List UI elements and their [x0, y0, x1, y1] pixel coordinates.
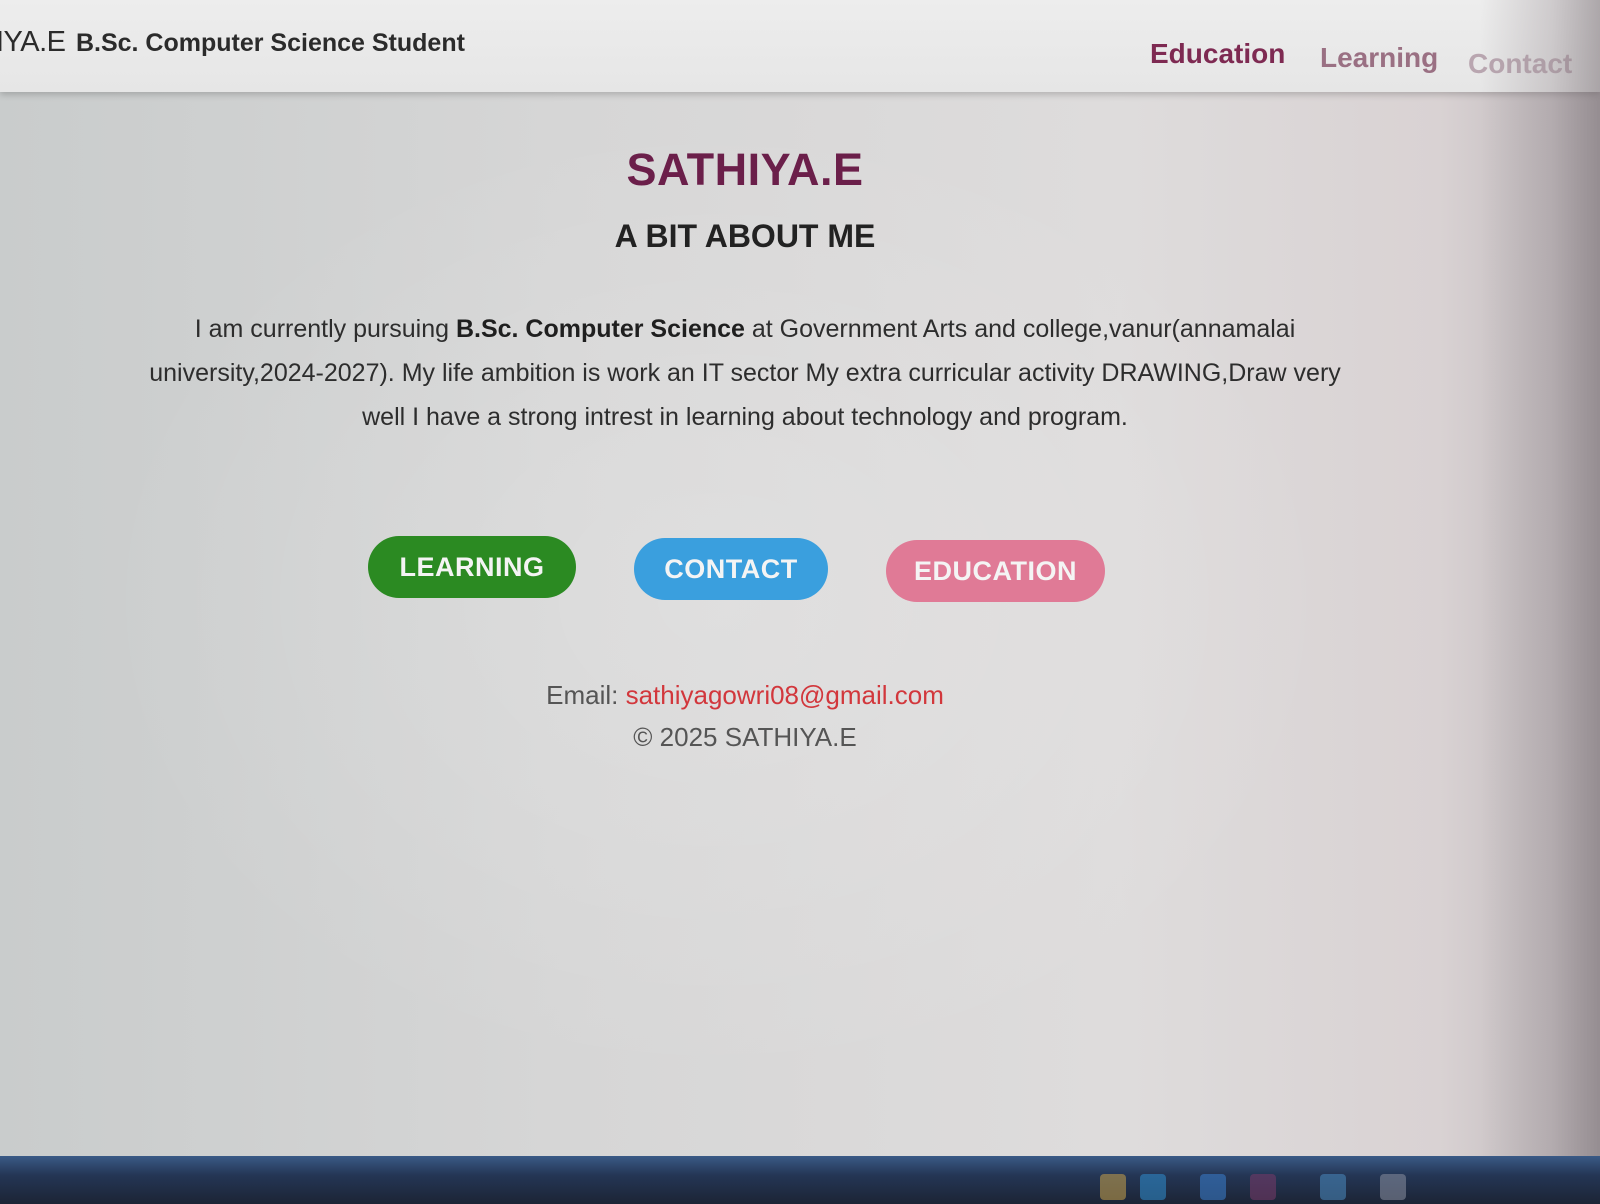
footer-copyright: © 2025 SATHIYA.E: [633, 722, 857, 752]
about-paragraph: I am currently pursuing B.Sc. Computer S…: [130, 307, 1360, 439]
learning-button[interactable]: LEARNING: [368, 536, 576, 598]
browser-icon[interactable]: [1140, 1174, 1166, 1200]
store-icon[interactable]: [1200, 1174, 1226, 1200]
folder-icon[interactable]: [1100, 1174, 1126, 1200]
footer-email: Email: sathiyagowri08@gmail.com: [0, 680, 1490, 711]
page-title: SATHIYA.E: [626, 144, 864, 195]
mail-icon[interactable]: [1320, 1174, 1346, 1200]
about-heading: A BIT ABOUT ME: [614, 218, 876, 254]
nav-link-contact[interactable]: Contact: [1468, 48, 1572, 80]
settings-icon[interactable]: [1380, 1174, 1406, 1200]
about-text-before: I am currently pursuing: [194, 315, 456, 343]
nav-link-learning[interactable]: Learning: [1320, 42, 1438, 74]
email-label: Email:: [546, 680, 626, 710]
about-text-highlight: B.Sc. Computer Science: [455, 315, 745, 343]
education-button[interactable]: EDUCATION: [886, 540, 1105, 602]
brand-tagline: B.Sc. Computer Science Student: [75, 29, 465, 57]
nav-link-education[interactable]: Education: [1150, 38, 1285, 70]
site-brand[interactable]: IYA.E B.Sc. Computer Science Student: [0, 26, 465, 59]
browser-viewport: IYA.E B.Sc. Computer Science Student Edu…: [0, 0, 1600, 1156]
taskbar: [0, 1156, 1600, 1204]
app-icon[interactable]: [1250, 1174, 1276, 1200]
screen-glare: [1480, 0, 1600, 1156]
email-link[interactable]: sathiyagowri08@gmail.com: [626, 680, 944, 710]
brand-name: IYA.E: [0, 26, 66, 58]
site-header: IYA.E B.Sc. Computer Science Student Edu…: [0, 0, 1600, 92]
contact-button[interactable]: CONTACT: [634, 538, 828, 600]
